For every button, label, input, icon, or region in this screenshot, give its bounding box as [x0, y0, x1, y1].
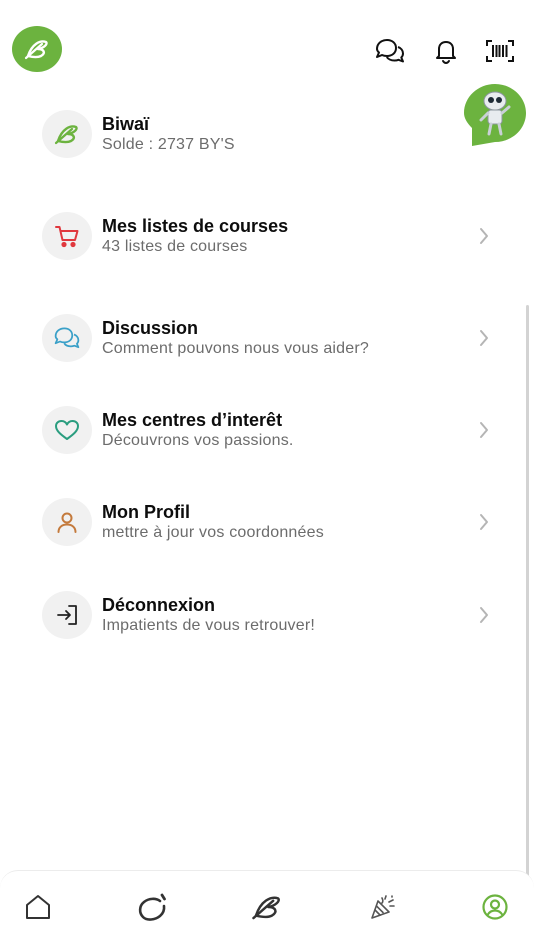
chevron-right-icon	[476, 603, 492, 627]
menu-item-subtitle: 43 listes de courses	[102, 238, 248, 255]
menu-item-interests[interactable]: Mes centres d’interêt Découvrons vos pas…	[0, 400, 534, 464]
menu-item-title: Mes listes de courses	[102, 216, 289, 236]
menu-item-title: Biwaï	[102, 114, 150, 134]
bottom-tab-bar	[0, 870, 534, 950]
chevron-right-icon	[476, 510, 492, 534]
home-icon[interactable]	[20, 889, 56, 925]
menu-item-subtitle: Impatients de vous retrouver!	[102, 617, 316, 634]
top-bar	[0, 0, 534, 96]
chevron-right-icon	[476, 418, 492, 442]
biwai-leaf-icon	[42, 110, 92, 158]
barcode-scan-icon[interactable]	[483, 34, 517, 68]
menu-item-title: Mes centres d’interêt	[102, 410, 283, 430]
party-icon[interactable]	[365, 889, 401, 925]
menu-item-title: Mon Profil	[102, 502, 190, 522]
menu-item-title: Déconnexion	[102, 595, 216, 615]
menu-item-subtitle: mettre à jour vos coordonnées	[102, 524, 324, 541]
cart-icon	[42, 212, 92, 260]
menu-item-profile[interactable]: Mon Profil mettre à jour vos coordonnées	[0, 492, 534, 556]
balance-text: Solde : 2737 BY'S	[102, 136, 235, 153]
bell-icon[interactable]	[429, 34, 463, 68]
menu-item-biwai[interactable]: Biwaï Solde : 2737 BY'S	[0, 104, 534, 168]
menu-item-discussion[interactable]: Discussion Comment pouvons nous vous aid…	[0, 308, 534, 372]
menu-item-title: Discussion	[102, 318, 199, 338]
chat-icon[interactable]	[373, 34, 407, 68]
brand-icon[interactable]	[249, 889, 285, 925]
menu-item-subtitle: Comment pouvons nous vous aider?	[102, 340, 369, 357]
user-icon	[42, 498, 92, 546]
menu-item-logout[interactable]: Déconnexion Impatients de vous retrouver…	[0, 585, 534, 649]
menu-item-subtitle: Découvrons vos passions.	[102, 432, 294, 449]
activity-icon[interactable]	[135, 889, 171, 925]
menu-item-shopping-lists[interactable]: Mes listes de courses 43 listes de cours…	[0, 206, 534, 270]
biwai-logo-icon[interactable]	[12, 26, 62, 72]
chat-bubbles-icon	[42, 314, 92, 362]
chevron-right-icon	[476, 326, 492, 350]
scrollbar[interactable]	[526, 305, 529, 883]
logout-icon	[42, 591, 92, 639]
profile-icon[interactable]	[477, 889, 513, 925]
chevron-right-icon	[476, 224, 492, 248]
heart-icon	[42, 406, 92, 454]
